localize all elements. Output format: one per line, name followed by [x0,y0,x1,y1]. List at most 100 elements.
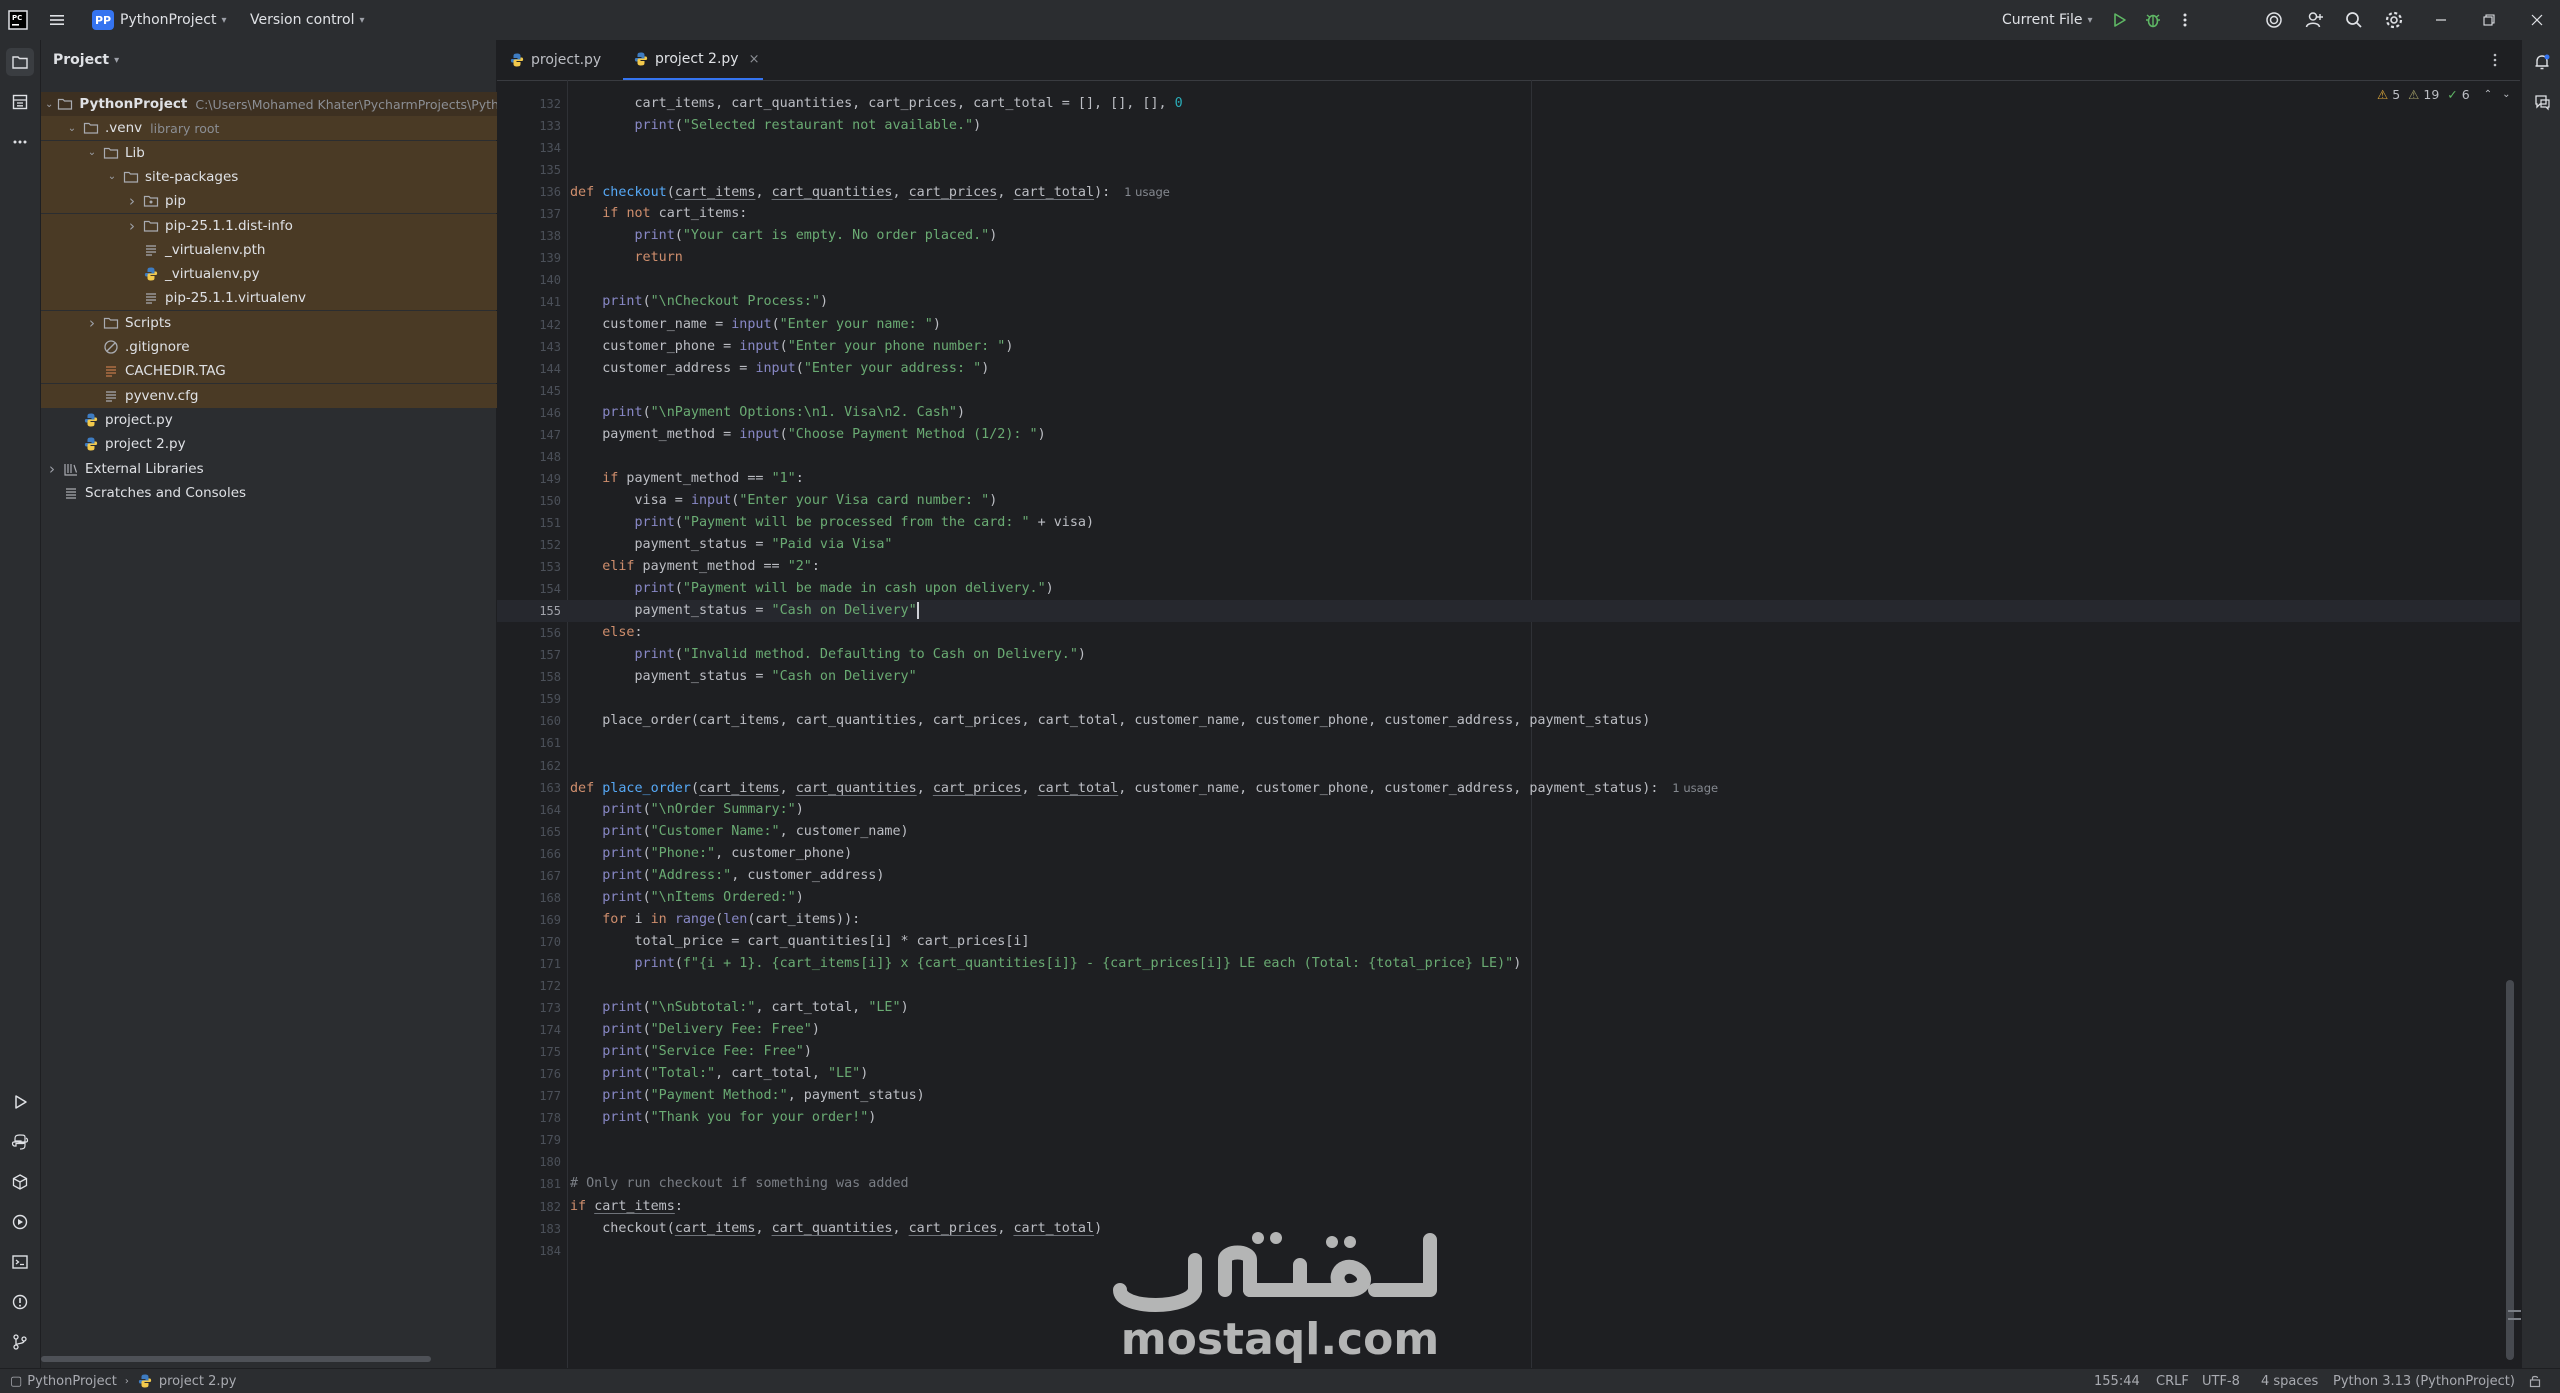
close-tab-icon[interactable]: × [749,52,760,67]
run-config-selector[interactable]: Current File ▾ [2002,0,2093,40]
services-tool-icon[interactable] [6,1208,34,1236]
code-line[interactable]: print("\nItems Ordered:") [570,887,804,909]
code-line[interactable]: print("Invalid method. Defaulting to Cas… [570,644,1086,666]
main-menu-icon[interactable] [48,0,66,40]
pycharm-logo-icon[interactable]: PC [8,0,28,40]
code-line[interactable]: print("Payment Method:", payment_status) [570,1085,925,1107]
breadcrumb-project[interactable]: PythonProject [27,1374,117,1389]
code-line[interactable]: elif payment_method == "2": [570,556,820,578]
code-line[interactable]: print("Total:", cart_total, "LE") [570,1063,868,1085]
tree-item[interactable]: project.py [41,408,520,432]
tree-item[interactable]: Scratches and Consoles [41,481,500,505]
line-separator[interactable]: CRLF [2156,1369,2189,1393]
terminal-tool-icon[interactable] [6,1248,34,1276]
code-line[interactable]: visa = input("Enter your Visa card numbe… [570,490,997,512]
code-line[interactable]: total_price = cart_quantities[i] * cart_… [570,931,1029,953]
code-line[interactable]: print("\nSubtotal:", cart_total, "LE") [570,997,908,1019]
code-line[interactable]: customer_phone = input("Enter your phone… [570,336,1013,358]
code-line[interactable]: place_order(cart_items, cart_quantities,… [570,710,1650,732]
code-line[interactable]: def checkout(cart_items, cart_quantities… [570,181,1170,203]
code-line[interactable]: payment_status = "Paid via Visa" [570,534,892,556]
code-line[interactable]: checkout(cart_items, cart_quantities, ca… [570,1218,1102,1240]
code-line[interactable]: def place_order(cart_items, cart_quantit… [570,777,1718,799]
minimize-icon[interactable] [2434,0,2448,40]
project-panel-header[interactable]: Project ▾ [41,40,496,80]
next-highlight-icon[interactable]: ⌄ [2502,89,2510,100]
usage-hint[interactable]: 1 usage [1672,781,1718,795]
code-line[interactable]: payment_status = "Cash on Delivery" [570,600,919,622]
chevron-right-icon[interactable]: › [45,460,59,478]
lock-icon[interactable] [2528,1369,2542,1393]
code-line[interactable]: if not cart_items: [570,203,747,225]
chevron-down-icon[interactable]: ⌄ [85,147,99,158]
chevron-right-icon[interactable]: › [125,217,139,235]
previous-highlight-icon[interactable]: ⌃ [2484,89,2492,100]
code-line[interactable]: if cart_items: [570,1196,683,1218]
indent-setting[interactable]: 4 spaces [2261,1369,2318,1393]
file-encoding[interactable]: UTF-8 [2202,1369,2240,1393]
project-tool-folder-icon[interactable] [6,48,34,76]
debug-icon[interactable] [2144,0,2162,40]
tree-item[interactable]: CACHEDIR.TAG [41,359,540,384]
code-line[interactable]: return [570,247,683,269]
code-line[interactable]: # Only run checkout if something was add… [570,1173,909,1195]
tab-project-py[interactable]: project.py [509,40,619,80]
code-line[interactable]: payment_method = input("Choose Payment M… [570,424,1045,446]
code-line[interactable]: payment_status = "Cash on Delivery" [570,666,916,688]
code-line[interactable]: print("Service Fee: Free") [570,1041,812,1063]
python-interpreter[interactable]: Python 3.13 (PythonProject) [2333,1369,2515,1393]
code-line[interactable]: print("Phone:", customer_phone) [570,843,852,865]
ai-chat-icon[interactable] [2528,88,2556,116]
tree-item[interactable]: ⌄ Lib [41,140,540,165]
code-line[interactable]: print("Thank you for your order!") [570,1107,876,1129]
problems-tool-icon[interactable] [6,1288,34,1316]
vcs-widget[interactable]: Version control ▾ [250,0,365,40]
chevron-down-icon[interactable]: ⌄ [45,99,53,110]
tab-project-2-py[interactable]: project 2.py × [623,40,763,80]
tab-actions-more-icon[interactable] [2489,40,2501,80]
code-line[interactable]: print("\nPayment Options:\n1. Visa\n2. C… [570,402,965,424]
settings-gear-icon[interactable] [2384,0,2404,40]
chevron-right-icon[interactable]: › [85,314,99,332]
notifications-bell-icon[interactable] [2528,48,2556,76]
structure-tool-icon[interactable] [6,88,34,116]
tree-item[interactable]: pyvenv.cfg [41,383,540,408]
tree-item[interactable]: project 2.py [41,432,520,456]
restore-icon[interactable] [2482,0,2496,40]
project-switcher[interactable]: PP PythonProject ▾ [92,0,226,40]
code-line[interactable]: print("Payment will be processed from th… [570,512,1095,534]
usage-hint[interactable]: 1 usage [1124,185,1170,199]
code-line[interactable]: else: [570,622,642,644]
caret-position[interactable]: 155:44 [2094,1369,2140,1393]
git-tool-icon[interactable] [6,1328,34,1356]
run-tool-icon[interactable] [6,1088,34,1116]
code-line[interactable]: print("Customer Name:", customer_name) [570,821,908,843]
code-line[interactable]: customer_address = input("Enter your add… [570,358,989,380]
code-line[interactable]: print("Delivery Fee: Free") [570,1019,820,1041]
code-line[interactable]: print("\nOrder Summary:") [570,799,804,821]
code-line[interactable]: customer_name = input("Enter your name: … [570,314,941,336]
add-user-icon[interactable] [2304,0,2324,40]
ai-assistant-icon[interactable] [2264,0,2284,40]
tree-item[interactable]: ⌄ PythonProject C:\Users\Mohamed Khater\Py… [41,92,500,116]
breadcrumb-file[interactable]: project 2.py [159,1374,237,1389]
chevron-down-icon[interactable]: ⌄ [105,171,119,182]
tree-item[interactable]: › External Libraries [41,457,500,481]
project-horizontal-scrollbar[interactable] [41,1356,431,1362]
chevron-right-icon[interactable]: › [125,192,139,210]
run-icon[interactable] [2110,0,2128,40]
tree-item[interactable]: .gitignore [41,335,540,359]
python-packages-icon[interactable] [6,1168,34,1196]
search-icon[interactable] [2344,0,2364,40]
python-console-icon[interactable] [6,1128,34,1156]
code-line[interactable]: print("\nCheckout Process:") [570,291,828,313]
inspection-widget[interactable]: ⚠ 5 ⚠ 19 ✓ 6 ⌃ ⌄ [2377,84,2511,104]
tree-item[interactable]: › Scripts [41,310,540,335]
tree-item[interactable]: ⌄ site-packages [41,164,560,189]
more-tools-icon[interactable] [6,128,34,156]
close-window-icon[interactable] [2530,0,2544,40]
code-line[interactable]: if payment_method == "1": [570,468,804,490]
editor-vertical-scrollbar[interactable] [2506,980,2514,1360]
chevron-down-icon[interactable]: ⌄ [65,123,79,134]
more-actions-icon[interactable] [2178,0,2192,40]
